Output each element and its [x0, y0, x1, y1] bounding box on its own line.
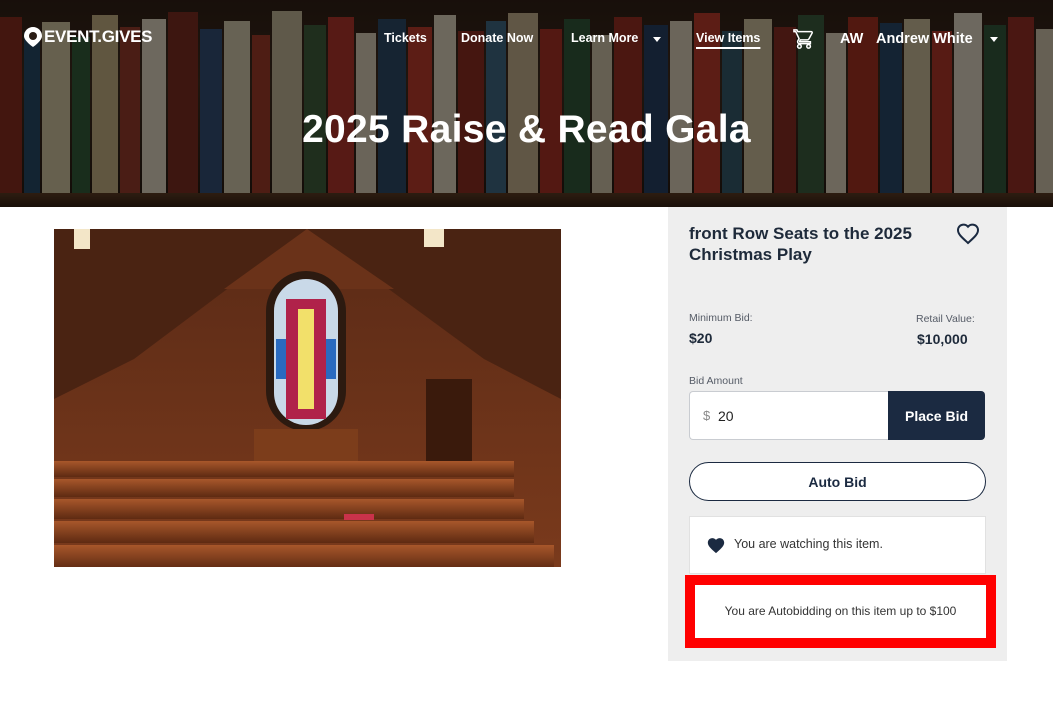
item-image — [54, 229, 561, 567]
place-bid-button[interactable]: Place Bid — [888, 391, 985, 440]
avatar[interactable]: AW — [840, 31, 863, 47]
watching-text: You are watching this item. — [734, 537, 883, 551]
retail-value-label: Retail Value: — [916, 313, 975, 325]
nav-learn-more[interactable]: Learn More — [571, 31, 638, 45]
retail-value: $10,000 — [917, 331, 968, 347]
favorite-heart-icon[interactable] — [956, 223, 980, 245]
min-bid-value: $20 — [689, 330, 713, 346]
bid-amount-label: Bid Amount — [689, 375, 743, 387]
watching-notice: You are watching this item. — [689, 516, 986, 574]
currency-symbol: $ — [703, 408, 711, 423]
event-title: 2025 Raise & Read Gala — [302, 108, 751, 151]
nav-tickets[interactable]: Tickets — [384, 31, 427, 45]
auto-bid-button[interactable]: Auto Bid — [689, 462, 986, 501]
learn-more-chevron-down-icon[interactable] — [653, 37, 661, 42]
autobid-notice: You are Autobidding on this item up to $… — [695, 585, 986, 638]
autobid-highlight: You are Autobidding on this item up to $… — [685, 575, 996, 648]
user-menu-name[interactable]: Andrew White — [876, 31, 973, 47]
autobid-text: You are Autobidding on this item up to $… — [724, 604, 957, 618]
nav-donate-now[interactable]: Donate Now — [461, 31, 533, 45]
hero-banner: EVENT.GIVES Tickets Donate Now Learn Mor… — [0, 0, 1053, 207]
bid-amount-field[interactable]: $ — [689, 391, 889, 440]
min-bid-label: Minimum Bid: — [689, 312, 753, 324]
church-interior-image — [54, 229, 561, 567]
bid-amount-input[interactable] — [718, 405, 878, 427]
shopping-cart-icon[interactable] — [793, 28, 815, 50]
user-menu-chevron-down-icon[interactable] — [990, 37, 998, 42]
heart-filled-icon — [707, 538, 725, 554]
nav-view-items[interactable]: View Items — [696, 31, 760, 45]
bid-panel: front Row Seats to the 2025 Christmas Pl… — [668, 207, 1007, 661]
item-title: front Row Seats to the 2025 Christmas Pl… — [689, 224, 912, 264]
